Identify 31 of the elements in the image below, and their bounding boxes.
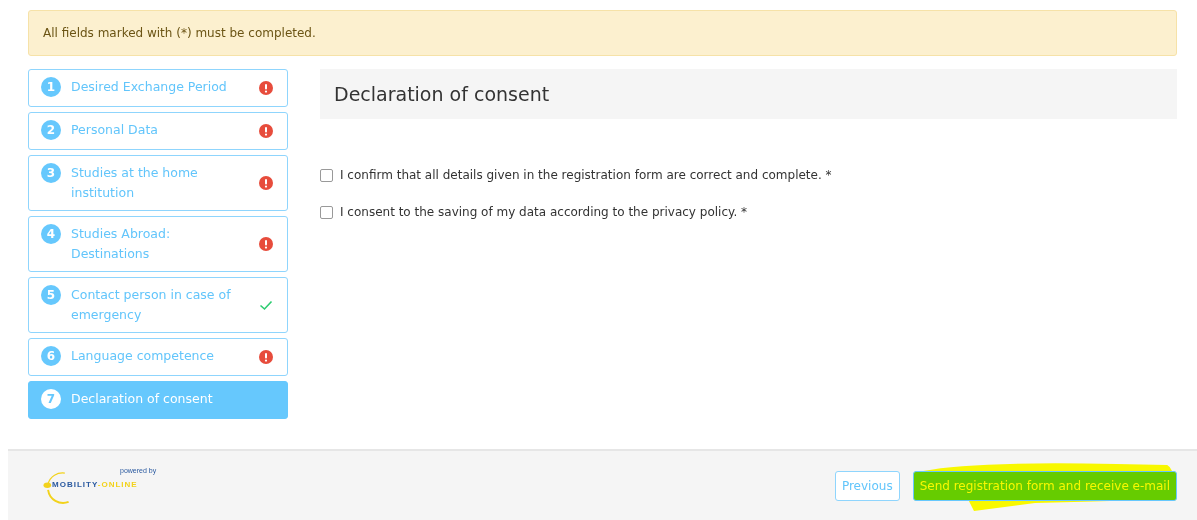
step-label: Contact person in case of emergency: [71, 286, 232, 324]
step-number: 2: [41, 120, 61, 140]
send-button[interactable]: Send registration form and receive e-mail: [912, 470, 1177, 501]
step-label: Studies at the home institution: [71, 164, 199, 202]
step-item[interactable]: 4 Studies Abroad: Destinations: [28, 216, 288, 272]
step-item[interactable]: 2 Personal Data: [28, 112, 288, 150]
step-item[interactable]: 5 Contact person in case of emergency: [28, 277, 288, 333]
checkbox-label: I consent to the saving of my data according to the privacy policy. *: [340, 205, 747, 219]
logo-text: -ONLINE: [97, 479, 138, 489]
checkbox[interactable]: [320, 205, 333, 219]
step-label: Desired Exchange Period: [71, 78, 228, 96]
step-number: 1: [41, 77, 61, 97]
step-label: Declaration of consent: [71, 390, 214, 408]
step-item[interactable]: 7 Declaration of consent: [28, 381, 288, 419]
step-number: 5: [41, 285, 61, 305]
step-number: 4: [41, 224, 61, 244]
step-number: 3: [41, 163, 61, 183]
step-label: Language competence: [71, 347, 216, 365]
notice-text: All fields marked with (*) must be completed.: [43, 26, 316, 40]
section-title: Declaration of consent: [334, 83, 550, 105]
checkbox[interactable]: [320, 168, 333, 182]
previous-button[interactable]: Previous: [834, 470, 900, 501]
step-item[interactable]: 6 Language competence: [28, 338, 288, 376]
step-label: Personal Data: [71, 121, 159, 139]
checkbox-label: I confirm that all details given in the registration form are correct and complete. *: [340, 168, 832, 182]
step-label: Studies Abroad: Destinations: [71, 225, 172, 263]
logo-text: MOBILITY: [52, 479, 98, 489]
step-number: 7: [41, 389, 61, 409]
step-number: 6: [41, 346, 61, 366]
step-item[interactable]: 1 Desired Exchange Period: [28, 69, 288, 107]
step-item[interactable]: 3 Studies at the home institution: [28, 155, 288, 211]
